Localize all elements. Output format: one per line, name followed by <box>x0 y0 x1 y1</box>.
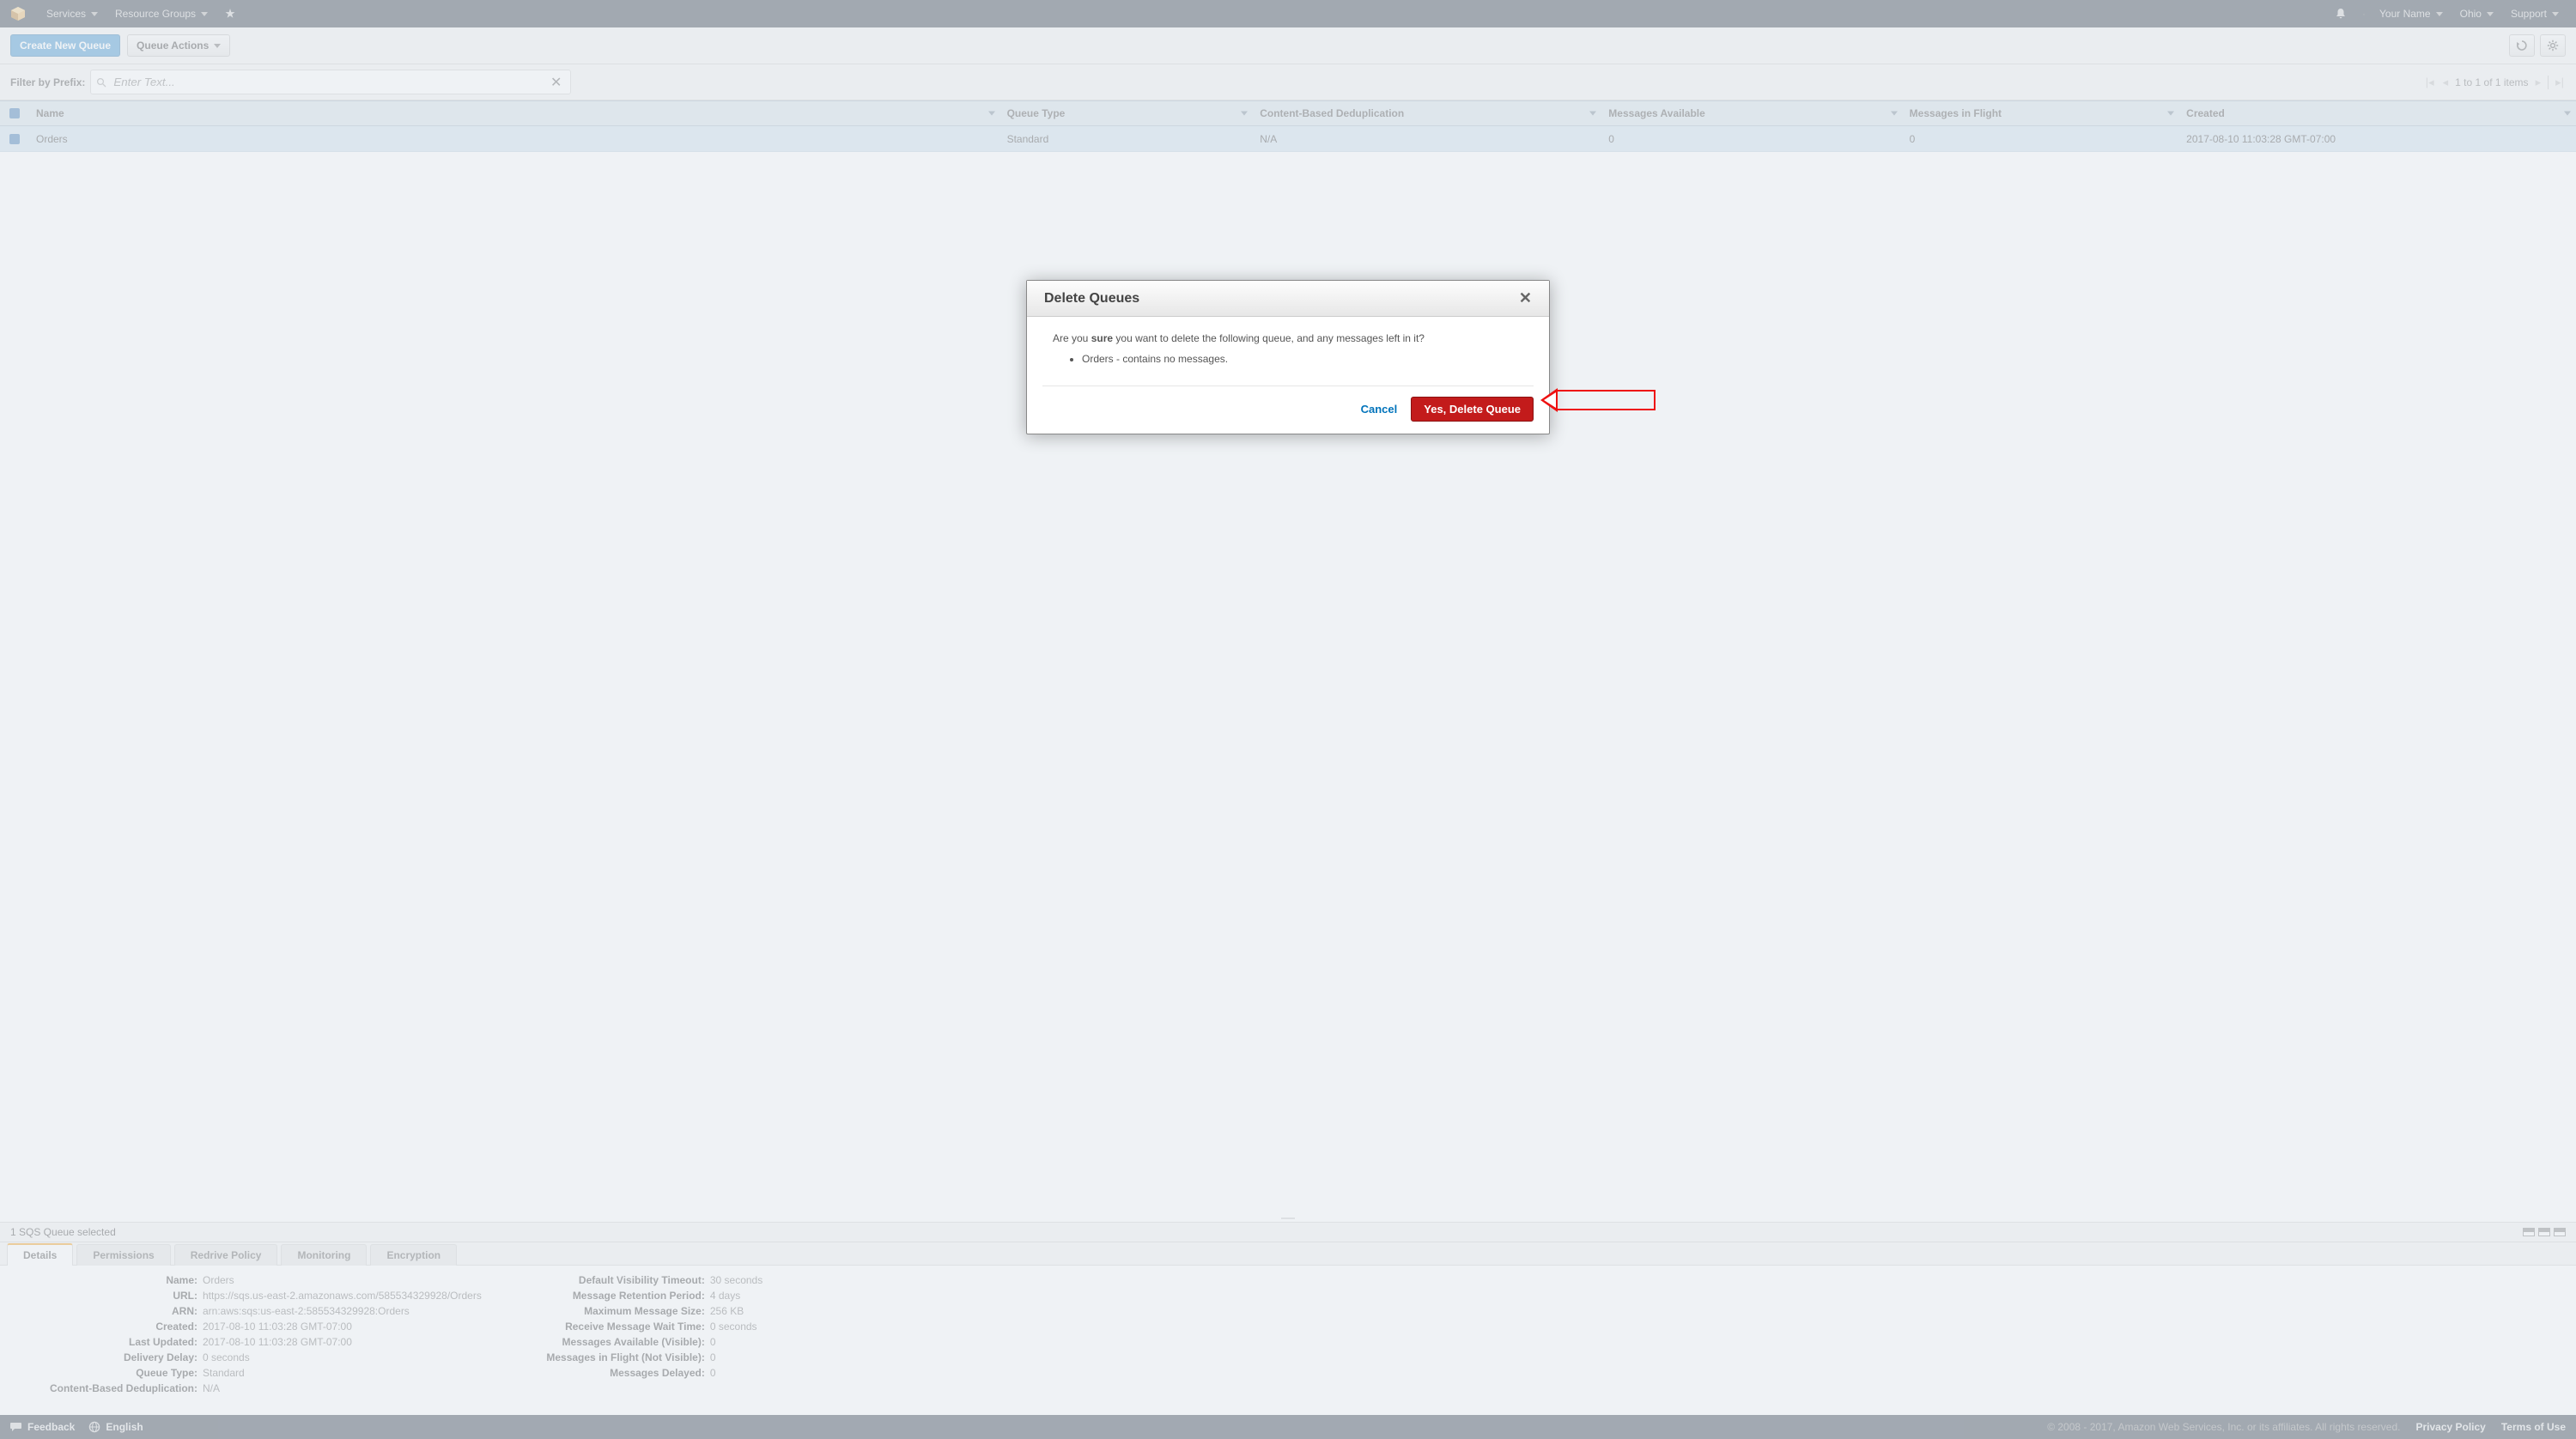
cancel-button[interactable]: Cancel <box>1361 403 1398 416</box>
modal-close-button[interactable]: ✕ <box>1519 289 1532 307</box>
delete-queue-modal: Delete Queues ✕ Are you sure you want to… <box>1026 280 1550 434</box>
modal-overlay[interactable] <box>0 0 2576 1439</box>
modal-header: Delete Queues ✕ <box>1027 281 1549 317</box>
modal-footer: Cancel Yes, Delete Queue <box>1042 386 1534 422</box>
modal-item: Orders - contains no messages. <box>1082 353 1523 365</box>
modal-body: Are you sure you want to delete the foll… <box>1027 317 1549 386</box>
confirm-delete-button[interactable]: Yes, Delete Queue <box>1411 397 1534 422</box>
modal-title: Delete Queues <box>1044 291 1139 307</box>
modal-message: Are you sure you want to delete the foll… <box>1053 332 1523 344</box>
